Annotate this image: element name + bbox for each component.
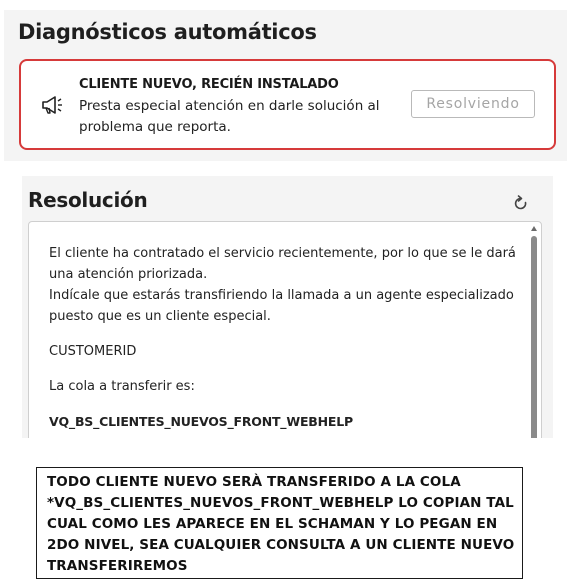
megaphone-icon bbox=[40, 94, 66, 116]
resolution-paragraph: Indícale que estarás transfiriendo la ll… bbox=[49, 288, 514, 324]
diagnostics-title: Diagnósticos automáticos bbox=[18, 20, 317, 44]
queue-name: VQ_BS_CLIENTES_NUEVOS_FRONT_WEBHELP bbox=[49, 414, 353, 429]
instruction-note: TODO CLIENTE NUEVO SERÀ TRANSFERIDO A LA… bbox=[36, 467, 523, 579]
resolving-button[interactable]: Resolviendo bbox=[411, 90, 535, 118]
resolution-content: El cliente ha contratado el servicio rec… bbox=[49, 243, 519, 438]
scrollbar[interactable] bbox=[530, 224, 538, 438]
resolution-title: Resolución bbox=[28, 188, 148, 212]
alert-body: Presta especial atención en darle soluci… bbox=[79, 98, 380, 135]
diagnostics-panel: Diagnósticos automáticos CLIENTE NUEVO, … bbox=[4, 10, 567, 161]
alert-card: CLIENTE NUEVO, RECIÉN INSTALADO Presta e… bbox=[19, 59, 556, 150]
scrollbar-thumb[interactable] bbox=[531, 236, 537, 438]
refresh-icon[interactable] bbox=[512, 194, 530, 212]
scroll-up-arrow-icon[interactable] bbox=[531, 226, 537, 231]
alert-heading: CLIENTE NUEVO, RECIÉN INSTALADO bbox=[79, 77, 339, 92]
resolution-paragraph: La cola a transferir es: bbox=[49, 379, 195, 394]
customer-id-label: CUSTOMERID bbox=[49, 344, 137, 359]
resolution-panel: Resolución El cliente ha contratado el s… bbox=[22, 176, 553, 438]
resolution-paragraph: El cliente ha contratado el servicio rec… bbox=[49, 246, 516, 282]
resolution-textbox[interactable]: El cliente ha contratado el servicio rec… bbox=[28, 221, 542, 438]
instruction-note-text: TODO CLIENTE NUEVO SERÀ TRANSFERIDO A LA… bbox=[47, 474, 515, 574]
